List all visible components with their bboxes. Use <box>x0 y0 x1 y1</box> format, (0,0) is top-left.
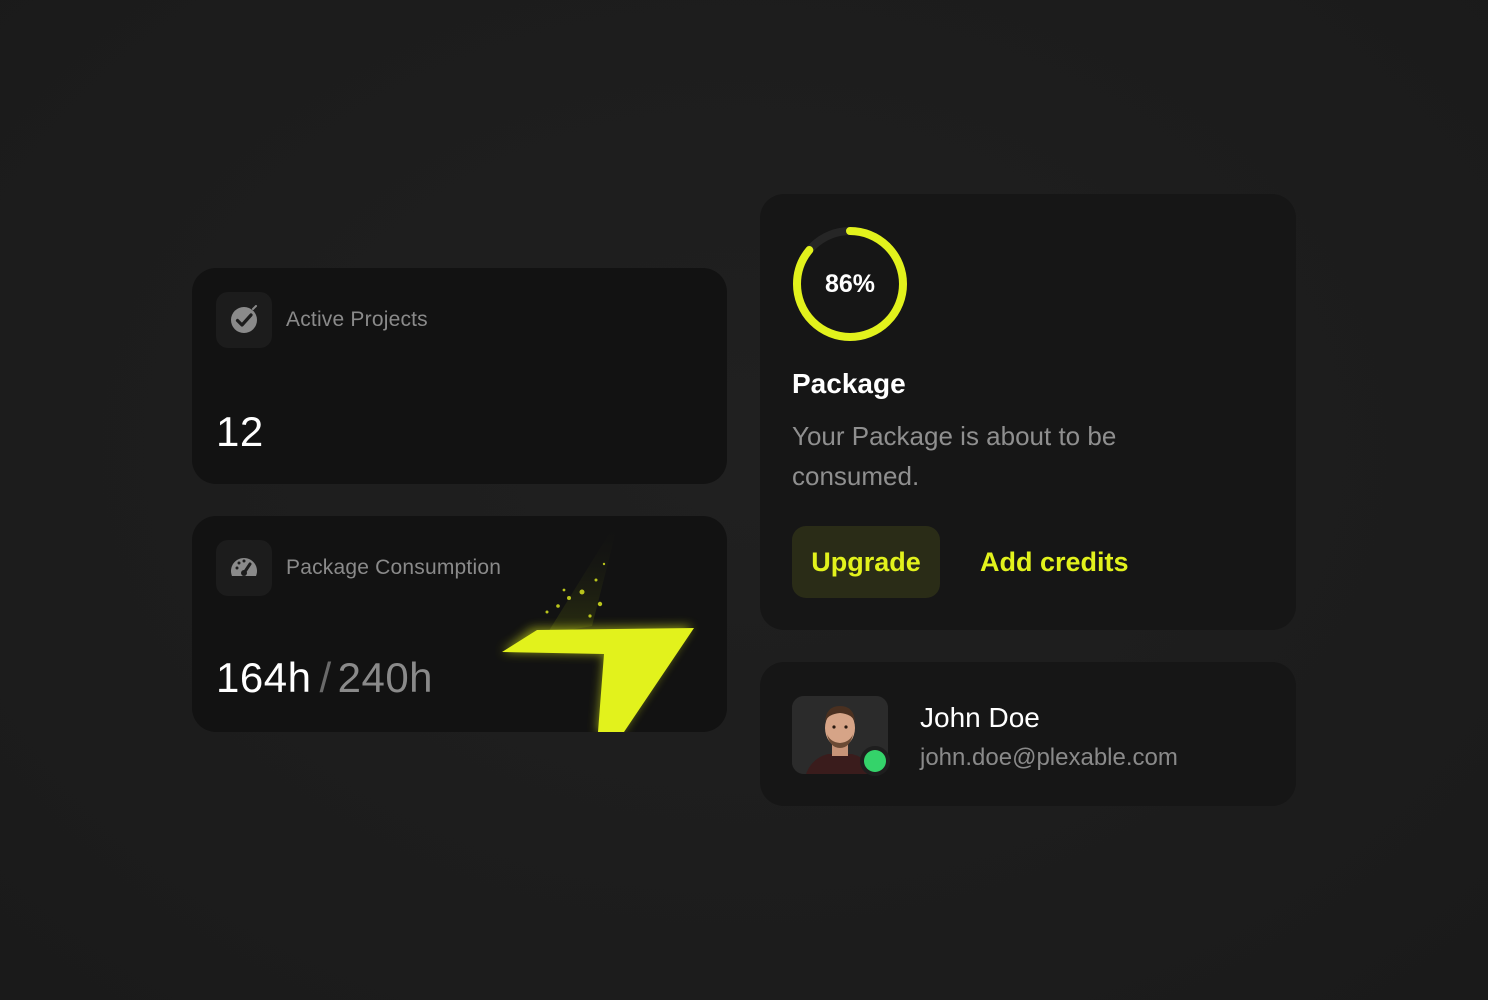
user-card: John Doe john.doe@plexable.com <box>760 662 1296 806</box>
dashboard-widgets: Active Projects 12 Package Consumption 1… <box>0 0 1488 1000</box>
package-title: Package <box>792 368 906 399</box>
package-consumption-card: Package Consumption 164h/240h <box>192 516 727 732</box>
speedometer-icon <box>216 540 272 596</box>
consumption-total: 240h <box>337 654 434 701</box>
online-status-indicator <box>860 746 890 776</box>
active-projects-card: Active Projects 12 <box>192 268 727 484</box>
progress-percent: 86% <box>824 269 876 298</box>
package-consumption-value: 164h/240h <box>216 654 433 702</box>
active-projects-value: 12 <box>216 408 264 455</box>
package-consumption-header: Package Consumption <box>216 540 501 596</box>
user-name: John Doe <box>920 702 1040 733</box>
user-email[interactable]: john.doe@plexable.com <box>920 744 1178 772</box>
check-circle-icon <box>216 292 272 348</box>
package-consumption-label: Package Consumption <box>286 556 502 579</box>
active-projects-label: Active Projects <box>286 308 428 331</box>
package-card: 86% Package Your Package is about to be … <box>760 194 1296 630</box>
active-projects-header: Active Projects <box>216 292 428 348</box>
consumption-used: 164h <box>216 654 312 701</box>
package-description: Your Package is about to be consumed. <box>792 421 1117 491</box>
add-credits-button[interactable]: Add credits <box>980 526 1129 598</box>
consumption-separator: / <box>319 654 332 701</box>
upgrade-button[interactable]: Upgrade <box>792 526 940 598</box>
progress-ring: 86% <box>790 224 910 344</box>
